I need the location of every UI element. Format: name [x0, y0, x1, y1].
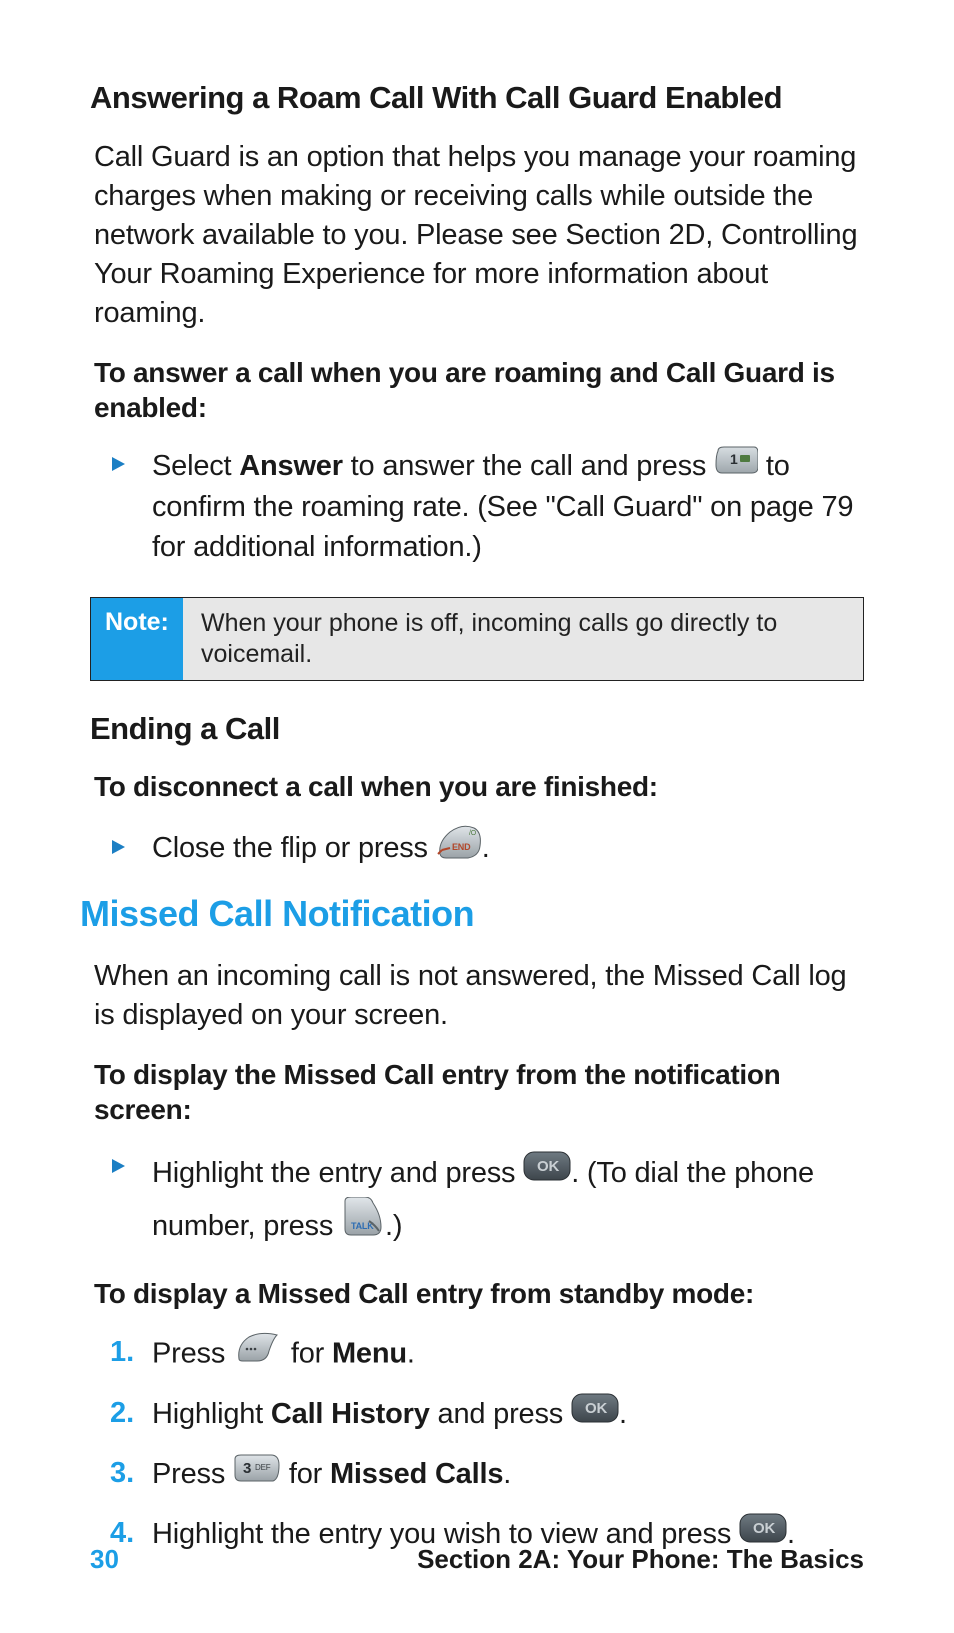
bullet-roam-answer: Select Answer to answer the call and pre… [90, 447, 864, 566]
svg-text:1: 1 [730, 451, 738, 467]
step-2-text: Highlight Call History and press OK. [152, 1394, 627, 1436]
heading-missed-call: Missed Call Notification [80, 893, 864, 935]
note-text: When your phone is off, incoming calls g… [183, 598, 863, 681]
text-fragment: for [281, 1458, 330, 1490]
bullet-marker-icon [110, 447, 152, 485]
page: Answering a Roam Call With Call Guard En… [0, 0, 954, 1633]
text-fragment: Highlight [152, 1398, 271, 1430]
page-number: 30 [90, 1544, 119, 1575]
key-talk-icon: TALK [341, 1197, 385, 1253]
text-fragment: Press [152, 1458, 233, 1490]
svg-text:OK: OK [753, 1520, 775, 1537]
text-fragment: Close the flip or press [152, 832, 436, 864]
page-footer: 30 Section 2A: Your Phone: The Basics [90, 1544, 864, 1575]
text-fragment: Select [152, 451, 239, 483]
step-number: 2. [110, 1394, 152, 1433]
text-fragment: Highlight the entry and press [152, 1157, 523, 1189]
step-3: 3. Press 3 DEF for Missed Calls. [110, 1454, 864, 1496]
bullet-end-call: Close the flip or press END/O. [90, 826, 864, 873]
numbered-steps: 1. Press for Menu. 2. Highlight Call His… [90, 1333, 864, 1557]
key-leftsoft-icon [233, 1331, 283, 1375]
text-bold-menu: Menu [332, 1337, 407, 1369]
text-fragment: and press [430, 1398, 571, 1430]
para-missed: When an incoming call is not answered, t… [94, 957, 864, 1035]
step-1-text: Press for Menu. [152, 1333, 415, 1377]
footer-section-label: Section 2A: Your Phone: The Basics [417, 1544, 864, 1575]
svg-text:OK: OK [537, 1158, 559, 1175]
step-3-text: Press 3 DEF for Missed Calls. [152, 1454, 511, 1496]
key-1-icon: 1 [714, 445, 758, 486]
svg-text:3: 3 [243, 1460, 251, 1477]
key-ok-icon: OK [571, 1393, 619, 1435]
text-fragment: . [619, 1398, 627, 1430]
instr-end: To disconnect a call when you are finish… [94, 769, 864, 804]
instr-roam: To answer a call when you are roaming an… [94, 355, 864, 425]
bullet-marker-icon [110, 1149, 152, 1187]
key-end-icon: END/O [436, 824, 482, 871]
note-box: Note: When your phone is off, incoming c… [90, 597, 864, 682]
text-fragment: .) [385, 1210, 402, 1242]
text-bold-callhistory: Call History [271, 1398, 430, 1430]
text-fragment: . [482, 832, 490, 864]
key-3-icon: 3 DEF [233, 1453, 281, 1495]
text-fragment: to answer the call and press [343, 451, 714, 483]
text-fragment: Press [152, 1337, 233, 1369]
text-fragment: . [503, 1458, 511, 1490]
svg-text:/O: /O [469, 830, 477, 837]
step-number: 1. [110, 1333, 152, 1372]
bullet-missed: Highlight the entry and press OK. (To di… [90, 1149, 864, 1255]
step-1: 1. Press for Menu. [110, 1333, 864, 1377]
bullet-end-text: Close the flip or press END/O. [152, 826, 490, 873]
instr-missed-standby: To display a Missed Call entry from stan… [94, 1276, 864, 1311]
svg-text:END: END [452, 842, 471, 852]
step-2: 2. Highlight Call History and press OK. [110, 1394, 864, 1436]
svg-text:DEF: DEF [255, 1463, 271, 1472]
bullet-marker-icon [110, 830, 152, 868]
note-label: Note: [91, 598, 183, 681]
text-bold-answer: Answer [239, 451, 343, 483]
bullet-roam-text: Select Answer to answer the call and pre… [152, 447, 864, 566]
heading-answering-roam: Answering a Roam Call With Call Guard En… [90, 80, 864, 116]
text-fragment: for [283, 1337, 332, 1369]
step-number: 3. [110, 1454, 152, 1493]
svg-text:OK: OK [585, 1400, 607, 1417]
heading-ending-call: Ending a Call [90, 711, 864, 747]
key-ok-icon: OK [523, 1148, 571, 1197]
bullet-missed-text: Highlight the entry and press OK. (To di… [152, 1149, 864, 1255]
para-roam-intro: Call Guard is an option that helps you m… [94, 138, 864, 334]
instr-missed-notif: To display the Missed Call entry from th… [94, 1057, 864, 1127]
text-fragment: . [407, 1337, 415, 1369]
text-bold-missedcalls: Missed Calls [330, 1458, 503, 1490]
